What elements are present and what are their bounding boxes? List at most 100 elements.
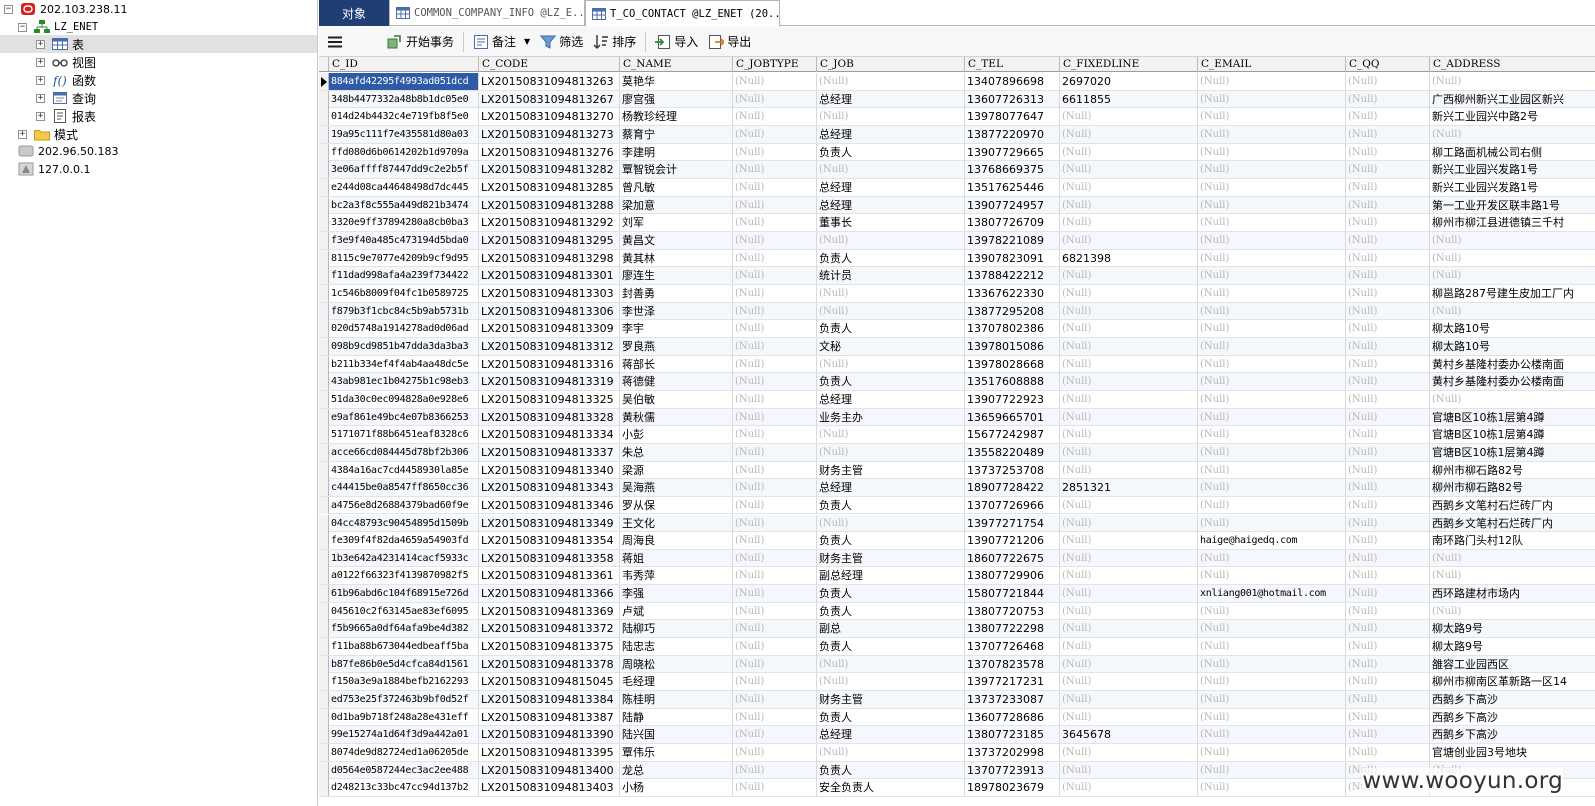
- cell-c-job[interactable]: 财务主管: [817, 549, 965, 567]
- cell-c-code[interactable]: LX20150831094813309: [479, 320, 620, 338]
- cell-c-name[interactable]: 封善勇: [620, 284, 733, 302]
- cell-c-qq[interactable]: (Null): [1346, 231, 1430, 249]
- cell-c-jobtype[interactable]: (Null): [733, 284, 817, 302]
- cell-c-address[interactable]: 西鹅乡文笔村石烂砖厂内: [1430, 497, 1595, 514]
- cell-c-qq[interactable]: (Null): [1346, 196, 1430, 214]
- cell-c-qq[interactable]: (Null): [1346, 143, 1430, 161]
- cell-c-code[interactable]: LX20150831094813337: [479, 443, 620, 461]
- cell-c-id[interactable]: 884afd42295f4993ad051dcd: [329, 73, 479, 90]
- cell-c-id[interactable]: 04cc48793c90454895d1509b: [329, 514, 479, 532]
- cell-c-address[interactable]: 新兴工业园兴中路2号: [1430, 108, 1595, 125]
- row-indicator[interactable]: [319, 443, 329, 461]
- cell-c-id[interactable]: 51da30c0ec094828a0e928e6: [329, 390, 479, 408]
- column-header-c-code[interactable]: C_CODE: [479, 57, 620, 72]
- cell-c-address[interactable]: 西鹅乡下高沙: [1430, 691, 1595, 708]
- cell-c-email[interactable]: (Null): [1198, 355, 1346, 373]
- cell-c-address[interactable]: 柳太路9号: [1430, 638, 1595, 655]
- cell-c-tel[interactable]: 18907728422: [965, 479, 1060, 497]
- cell-c-qq[interactable]: (Null): [1346, 708, 1430, 726]
- cell-c-name[interactable]: 毛经理: [620, 673, 733, 691]
- cell-c-code[interactable]: LX20150831094813395: [479, 744, 620, 762]
- cell-c-code[interactable]: LX20150831094813292: [479, 214, 620, 232]
- cell-c-name[interactable]: 周晓松: [620, 655, 733, 673]
- row-indicator[interactable]: [319, 426, 329, 444]
- cell-c-qq[interactable]: (Null): [1346, 479, 1430, 497]
- cell-c-qq[interactable]: (Null): [1346, 744, 1430, 762]
- cell-c-qq[interactable]: (Null): [1346, 620, 1430, 638]
- cell-c-job[interactable]: 业务主办: [817, 408, 965, 426]
- cell-c-tel[interactable]: 13558220489: [965, 443, 1060, 461]
- cell-c-tel[interactable]: 13768669375: [965, 161, 1060, 179]
- column-header-c-email[interactable]: C_EMAIL: [1198, 57, 1346, 72]
- cell-c-fixedline[interactable]: (Null): [1060, 585, 1198, 603]
- cell-c-tel[interactable]: 13877295208: [965, 302, 1060, 320]
- cell-c-job[interactable]: 负责人: [817, 761, 965, 779]
- cell-c-code[interactable]: LX20150831094813400: [479, 761, 620, 779]
- cell-c-qq[interactable]: (Null): [1346, 638, 1430, 656]
- cell-c-fixedline[interactable]: (Null): [1060, 532, 1198, 550]
- row-indicator[interactable]: [319, 408, 329, 426]
- cell-c-fixedline[interactable]: (Null): [1060, 196, 1198, 214]
- row-indicator[interactable]: [319, 585, 329, 603]
- tree-node-tables[interactable]: + 表: [0, 35, 317, 53]
- cell-c-fixedline[interactable]: (Null): [1060, 691, 1198, 709]
- cell-c-name[interactable]: 李建明: [620, 143, 733, 161]
- row-indicator[interactable]: [319, 620, 329, 638]
- row-indicator[interactable]: [319, 567, 329, 585]
- cell-c-name[interactable]: 蔡育宁: [620, 125, 733, 143]
- cell-c-name[interactable]: 周海良: [620, 532, 733, 550]
- cell-c-code[interactable]: LX20150831094813390: [479, 726, 620, 744]
- cell-c-job[interactable]: (Null): [817, 655, 965, 673]
- cell-c-email[interactable]: (Null): [1198, 214, 1346, 232]
- cell-c-address[interactable]: 柳州市柳南区革新路一区14: [1430, 673, 1595, 690]
- cell-c-jobtype[interactable]: (Null): [733, 108, 817, 126]
- table-row[interactable]: f879b3f1cbc84c5b9ab5731b LX20150831094813…: [319, 302, 1595, 321]
- cell-c-jobtype[interactable]: (Null): [733, 426, 817, 444]
- cell-c-email[interactable]: (Null): [1198, 761, 1346, 779]
- cell-c-jobtype[interactable]: (Null): [733, 744, 817, 762]
- cell-c-fixedline[interactable]: (Null): [1060, 708, 1198, 726]
- cell-c-fixedline[interactable]: (Null): [1060, 779, 1198, 797]
- cell-c-email[interactable]: (Null): [1198, 320, 1346, 338]
- cell-c-code[interactable]: LX20150831094813263: [479, 73, 620, 90]
- cell-c-email[interactable]: (Null): [1198, 726, 1346, 744]
- cell-c-name[interactable]: 梁加意: [620, 196, 733, 214]
- tree-node-views[interactable]: + 视图: [0, 53, 96, 71]
- cell-c-job[interactable]: (Null): [817, 355, 965, 373]
- cell-c-jobtype[interactable]: (Null): [733, 73, 817, 90]
- table-row[interactable]: 014d24b4432c4e719fb8f5e0 LX20150831094813…: [319, 108, 1595, 126]
- row-indicator[interactable]: [319, 178, 329, 196]
- table-row[interactable]: 61b96abd6c104f68915e726d LX20150831094813…: [319, 585, 1595, 603]
- cell-c-tel[interactable]: 13978077647: [965, 108, 1060, 126]
- cell-c-tel[interactable]: 13607728686: [965, 708, 1060, 726]
- row-indicator[interactable]: [319, 161, 329, 179]
- cell-c-fixedline[interactable]: (Null): [1060, 302, 1198, 320]
- cell-c-jobtype[interactable]: (Null): [733, 620, 817, 638]
- cell-c-email[interactable]: xnliang001@hotmail.com: [1198, 585, 1346, 603]
- expand-toggle[interactable]: +: [36, 39, 45, 49]
- cell-c-job[interactable]: (Null): [817, 744, 965, 762]
- cell-c-jobtype[interactable]: (Null): [733, 161, 817, 179]
- cell-c-code[interactable]: LX20150831094813384: [479, 691, 620, 709]
- cell-c-id[interactable]: 045610c2f63145ae83ef6095: [329, 602, 479, 620]
- cell-c-jobtype[interactable]: (Null): [733, 585, 817, 603]
- cell-c-code[interactable]: LX20150831094813375: [479, 638, 620, 656]
- cell-c-qq[interactable]: (Null): [1346, 532, 1430, 550]
- cell-c-id[interactable]: ed753e25f372463b9bf0d52f: [329, 691, 479, 709]
- cell-c-code[interactable]: LX20150831094813361: [479, 567, 620, 585]
- cell-c-email[interactable]: (Null): [1198, 267, 1346, 285]
- cell-c-email[interactable]: (Null): [1198, 514, 1346, 532]
- cell-c-address[interactable]: (Null): [1430, 126, 1595, 143]
- cell-c-id[interactable]: 8115c9e7077e4209b9cf9d95: [329, 249, 479, 267]
- cell-c-tel[interactable]: 13807729906: [965, 567, 1060, 585]
- cell-c-address[interactable]: 黄村乡基隆村委办公楼南面: [1430, 373, 1595, 390]
- cell-c-code[interactable]: LX20150831094813349: [479, 514, 620, 532]
- cell-c-tel[interactable]: 13907729665: [965, 143, 1060, 161]
- cell-c-tel[interactable]: 13517625446: [965, 178, 1060, 196]
- cell-c-fixedline[interactable]: (Null): [1060, 178, 1198, 196]
- cell-c-name[interactable]: 黄昌文: [620, 231, 733, 249]
- cell-c-code[interactable]: LX20150831094813303: [479, 284, 620, 302]
- row-indicator[interactable]: [319, 602, 329, 620]
- cell-c-qq[interactable]: (Null): [1346, 655, 1430, 673]
- table-row[interactable]: 884afd42295f4993ad051dcd LX20150831094813…: [319, 73, 1595, 91]
